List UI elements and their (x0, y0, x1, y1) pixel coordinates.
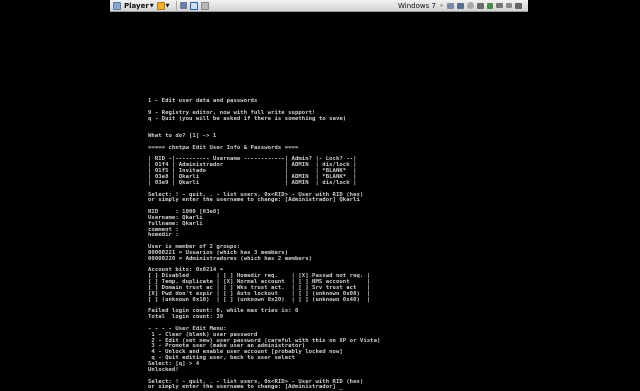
vmware-logo-button[interactable] (113, 1, 121, 11)
terminal-line: q - Quit (you will be asked if there is … (148, 115, 347, 122)
terminal-line: Unlocked! (148, 366, 179, 373)
unity-icon (200, 1, 209, 10)
fullscreen-button[interactable] (189, 1, 198, 11)
vm-console-screen[interactable]: 1 - Edit user data and passwords 9 - Reg… (0, 12, 640, 390)
fullscreen-icon (189, 1, 198, 10)
terminal-line: | 03e9 | Qkarli | ADMIN | dis/lock | (148, 179, 357, 186)
send-ctrl-alt-del-icon (179, 2, 187, 9)
network-button[interactable] (447, 1, 454, 11)
printer-button[interactable] (477, 1, 484, 11)
chevron-right-icon[interactable]: » (440, 3, 443, 9)
unity-button[interactable] (200, 1, 209, 11)
device-icon (496, 3, 503, 8)
terminal-line: homedir : (148, 232, 179, 239)
cd-button[interactable] (467, 1, 474, 11)
pause-icon (156, 1, 165, 10)
chevron-down-icon: ▼ (165, 2, 170, 9)
device-button[interactable] (496, 1, 503, 11)
device-button-3[interactable] (515, 1, 522, 11)
toolbar-divider (175, 1, 177, 10)
terminal-line: What to do? [1] -> 1 (148, 133, 217, 140)
send-ctrl-alt-del-button[interactable] (179, 1, 187, 11)
device-button-2[interactable] (506, 1, 512, 11)
terminal-output: 1 - Edit user data and passwords 9 - Reg… (148, 98, 380, 391)
terminal-line: ===== chntpw Edit User Info & Passwords … (148, 144, 299, 151)
terminal-line: or simply enter the username to change: … (148, 384, 343, 391)
usb-button[interactable] (457, 1, 464, 11)
vm-name: Windows 7 (398, 1, 436, 10)
sound-button[interactable] (487, 1, 493, 11)
chevron-down-icon: ▼ (149, 2, 154, 9)
device-icon (506, 3, 512, 8)
usb-icon (457, 2, 464, 9)
terminal-line: Total login count: 39 (148, 314, 224, 321)
player-menu-button[interactable]: Player ▼ (124, 1, 154, 11)
terminal-line: 1 - Edit user data and passwords (148, 98, 258, 104)
device-icon (515, 2, 522, 9)
printer-icon (477, 2, 484, 9)
terminal-line: 00000220 = Administradores (which has 2 … (148, 255, 313, 262)
terminal-line: or simply enter the username to change: … (148, 197, 360, 204)
player-menu-label: Player (124, 1, 149, 10)
suspend-button[interactable]: ▼ (156, 1, 170, 11)
cd-icon (467, 2, 474, 9)
vm-player-toolbar: Player ▼ ▼ Windows 7 » (110, 0, 528, 12)
vmware-logo-icon (113, 1, 121, 10)
sound-icon (487, 2, 493, 9)
network-icon (447, 2, 454, 9)
terminal-line: [ ] (unknown 0x10) | [ ] (unknown 0x20) … (148, 296, 371, 303)
